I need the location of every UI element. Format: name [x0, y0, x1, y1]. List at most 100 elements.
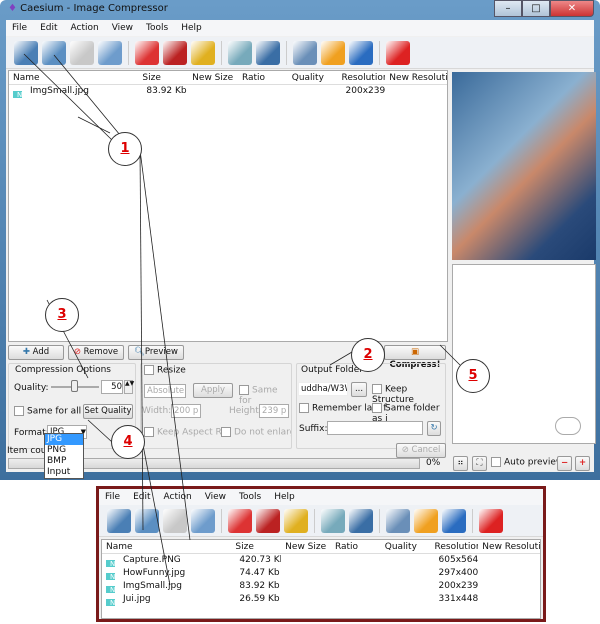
- settings-tools-icon[interactable]: [293, 40, 317, 65]
- spin-arrows-icon[interactable]: ▲▼: [124, 380, 134, 394]
- save-list-icon[interactable]: [70, 40, 94, 65]
- preview-image-icon[interactable]: [256, 40, 280, 65]
- power-icon[interactable]: [386, 40, 410, 65]
- update-gear-icon[interactable]: [321, 40, 345, 65]
- menu-file[interactable]: File: [12, 20, 27, 36]
- compress-button[interactable]: ▣ Compress!: [384, 345, 446, 370]
- close-button[interactable]: ✕: [550, 0, 594, 17]
- menu-file[interactable]: File: [105, 489, 120, 505]
- browse-button[interactable]: ...: [351, 382, 367, 397]
- menu-edit[interactable]: Edit: [40, 20, 57, 36]
- format-option[interactable]: BMP: [45, 456, 83, 467]
- update-gear-icon[interactable]: [414, 508, 438, 533]
- remove-item-icon[interactable]: [135, 40, 159, 65]
- resize-mode-select[interactable]: Absolute: [144, 384, 186, 398]
- table-row[interactable]: N Jui.jpg 26.59 Kb 331x448: [102, 593, 540, 606]
- apply-button[interactable]: Apply: [193, 383, 233, 398]
- no-enlarge-checkbox[interactable]: Do not enlarge i: [221, 427, 291, 438]
- set-quality-button[interactable]: Set Quality: [83, 404, 133, 419]
- remove-button[interactable]: ⊘ Remove: [68, 345, 124, 360]
- reset-suffix-icon[interactable]: ↻: [427, 421, 441, 436]
- cell-name: N ImgSmall.jpg: [102, 580, 231, 593]
- maximize-button[interactable]: □: [522, 0, 550, 17]
- same-for-checkbox[interactable]: Same for: [239, 385, 291, 406]
- save-list-icon[interactable]: [163, 508, 187, 533]
- keep-structure-checkbox[interactable]: Keep Structure: [372, 384, 445, 405]
- settings-tools-icon[interactable]: [386, 508, 410, 533]
- open-folder-icon[interactable]: [135, 508, 159, 533]
- minimize-button[interactable]: –: [494, 0, 522, 17]
- menu-help[interactable]: Help: [274, 489, 295, 505]
- column-header[interactable]: Name: [9, 71, 138, 84]
- column-header[interactable]: Resolution: [338, 71, 386, 84]
- format-option[interactable]: Input: [45, 467, 83, 478]
- fit-icon[interactable]: ⠶: [453, 456, 468, 471]
- fullsize-icon[interactable]: ⛶: [472, 456, 487, 471]
- open-file-icon[interactable]: [107, 508, 131, 533]
- column-header[interactable]: New Size: [281, 540, 331, 553]
- format-option[interactable]: PNG: [45, 445, 83, 456]
- width-label: Width:: [142, 406, 172, 416]
- preview-button[interactable]: 🔍︎Preview: [128, 345, 184, 360]
- open-folder-icon[interactable]: [42, 40, 66, 65]
- power-icon[interactable]: [479, 508, 503, 533]
- inset-file-list[interactable]: Name Size New Size Ratio Quality Resolution Ne…: [101, 539, 541, 619]
- format-option[interactable]: JPG: [45, 434, 83, 445]
- search-icon[interactable]: [321, 508, 345, 533]
- column-header[interactable]: Ratio: [331, 540, 381, 553]
- quality-spinbox[interactable]: 50: [101, 380, 123, 394]
- suffix-field[interactable]: [327, 421, 423, 435]
- column-header[interactable]: Resolution: [431, 540, 479, 553]
- import-list-icon[interactable]: [191, 508, 215, 533]
- search-icon[interactable]: [228, 40, 252, 65]
- column-header[interactable]: Ratio: [238, 71, 288, 84]
- clear-list-icon[interactable]: [256, 508, 280, 533]
- table-row[interactable]: N HowFunny.jpg 74.47 Kb 297x400: [102, 567, 540, 580]
- clear-list-icon[interactable]: [163, 40, 187, 65]
- keep-aspect-checkbox[interactable]: Keep Aspect Ra: [144, 427, 227, 438]
- menu-help[interactable]: Help: [181, 20, 202, 36]
- menu-edit[interactable]: Edit: [133, 489, 150, 505]
- info-icon[interactable]: [442, 508, 466, 533]
- column-header[interactable]: New Size: [188, 71, 238, 84]
- window-title: ♦ Caesium - Image Compressor: [8, 3, 168, 14]
- zoom-in-button[interactable]: +: [575, 456, 590, 471]
- menu-view[interactable]: View: [205, 489, 226, 505]
- info-icon[interactable]: [349, 40, 373, 65]
- width-spinbox[interactable]: 200 p: [171, 404, 201, 418]
- remove-item-icon[interactable]: [228, 508, 252, 533]
- auto-preview-checkbox[interactable]: Auto preview: [491, 457, 563, 468]
- broom-icon[interactable]: [284, 508, 308, 533]
- column-header[interactable]: New Resolutio: [385, 71, 447, 84]
- broom-icon[interactable]: [191, 40, 215, 65]
- column-header[interactable]: New Resolutio: [478, 540, 540, 553]
- column-header[interactable]: Quality: [288, 71, 338, 84]
- add-button[interactable]: ✚ Add: [8, 345, 64, 360]
- output-path-field[interactable]: uddha/W3W: [298, 382, 348, 396]
- column-header[interactable]: Name: [102, 540, 231, 553]
- cancel-button[interactable]: ⊘ Cancel: [396, 443, 446, 458]
- menu-action[interactable]: Action: [71, 20, 99, 36]
- cell-text: 74.47 Kb: [239, 568, 280, 578]
- menu-tools[interactable]: Tools: [239, 489, 261, 505]
- slider-thumb[interactable]: [71, 380, 78, 392]
- table-row[interactable]: N ImgSmall.jpg 83.92 Kb 200x239: [9, 85, 447, 98]
- column-header[interactable]: Quality: [381, 540, 431, 553]
- quality-slider[interactable]: [51, 380, 99, 392]
- same-for-all-checkbox[interactable]: Same for all: [14, 406, 81, 417]
- zoom-out-button[interactable]: −: [557, 456, 572, 471]
- resize-checkbox[interactable]: Resize: [144, 365, 186, 376]
- column-header[interactable]: Size: [138, 71, 188, 84]
- column-header[interactable]: Size: [231, 540, 281, 553]
- menu-tools[interactable]: Tools: [146, 20, 168, 36]
- table-row[interactable]: N ImgSmall.jpg 83.92 Kb 200x239: [102, 580, 540, 593]
- import-list-icon[interactable]: [98, 40, 122, 65]
- cell-text: Jui.jpg: [123, 594, 151, 604]
- preview-image-icon[interactable]: [349, 508, 373, 533]
- file-list[interactable]: Name Size New Size Ratio Quality Resolution Ne…: [8, 70, 448, 342]
- open-file-icon[interactable]: [14, 40, 38, 65]
- menu-action[interactable]: Action: [164, 489, 192, 505]
- table-row[interactable]: N Capture.PNG 420.73 Kb 605x564: [102, 554, 540, 567]
- height-spinbox[interactable]: 239 p: [259, 404, 289, 418]
- menu-view[interactable]: View: [112, 20, 133, 36]
